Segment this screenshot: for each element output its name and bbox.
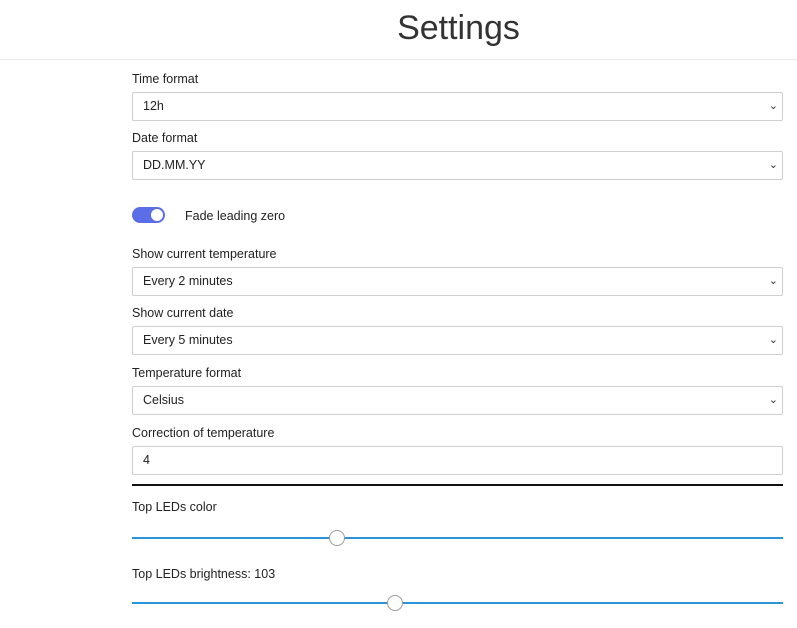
chevron-down-icon: ⌄ [768,159,778,171]
fade-leading-zero-toggle[interactable] [132,207,165,223]
show-temperature-label: Show current temperature [132,247,277,261]
fade-leading-zero-label: Fade leading zero [185,209,286,223]
show-date-value: Every 5 minutes [143,333,233,347]
temperature-correction-input[interactable]: 4 [132,446,783,475]
date-format-label: Date format [132,131,198,145]
top-leds-brightness-label: Top LEDs brightness: 103 [132,567,276,581]
toggle-knob [151,209,163,221]
show-temperature-value: Every 2 minutes [143,274,233,288]
slider-thumb[interactable] [386,595,403,611]
show-date-label: Show current date [132,306,234,320]
header: Settings [0,0,797,60]
temperature-format-label: Temperature format [132,366,242,380]
top-leds-brightness-slider[interactable] [132,595,783,611]
chevron-down-icon: ⌄ [768,334,778,346]
time-format-select[interactable]: 12h ⌄ [132,92,783,121]
time-format-value: 12h [143,99,164,113]
date-format-value: DD.MM.YY [143,158,206,172]
temperature-correction-value: 4 [143,453,150,467]
divider [132,484,783,486]
chevron-down-icon: ⌄ [768,394,778,406]
show-date-select[interactable]: Every 5 minutes ⌄ [132,326,783,355]
temperature-correction-label: Correction of temperature [132,426,275,440]
top-leds-color-slider[interactable] [132,530,783,546]
temperature-format-select[interactable]: Celsius ⌄ [132,386,783,415]
time-format-label: Time format [132,72,199,86]
chevron-down-icon: ⌄ [768,100,778,112]
show-temperature-select[interactable]: Every 2 minutes ⌄ [132,267,783,296]
top-leds-color-label: Top LEDs color [132,500,217,514]
chevron-down-icon: ⌄ [768,275,778,287]
date-format-select[interactable]: DD.MM.YY ⌄ [132,151,783,180]
slider-thumb[interactable] [329,530,346,546]
page-title: Settings [397,9,520,47]
temperature-format-value: Celsius [143,393,184,407]
